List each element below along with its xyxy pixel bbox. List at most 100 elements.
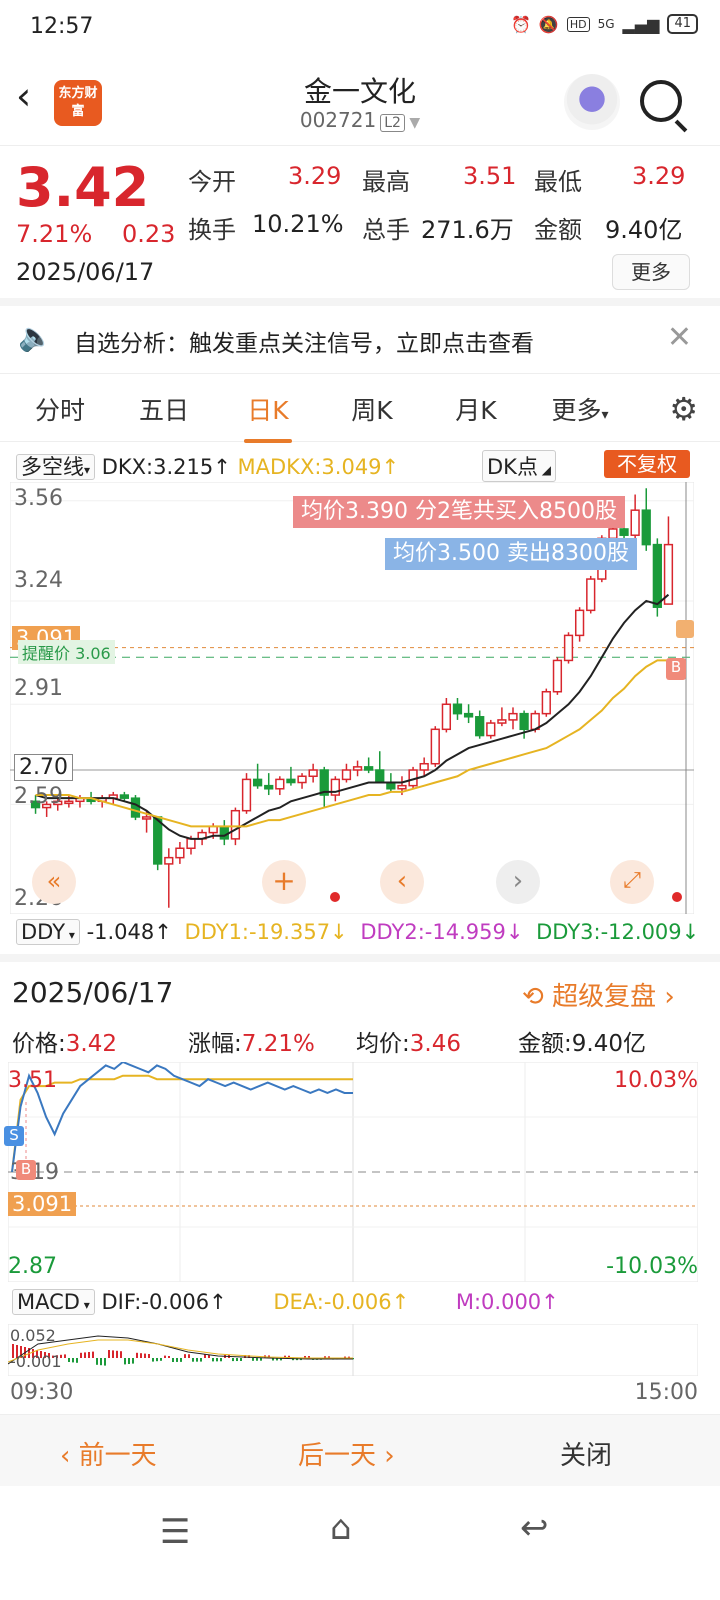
tab-weekly-k[interactable]: 周K: [320, 391, 424, 427]
buy-marker[interactable]: B: [666, 658, 686, 680]
macd-row: MACD ▾ DIF:-0.006↑ DEA:-0.006↑ M:0.000↑: [12, 1289, 559, 1315]
macd-bar: [204, 1354, 206, 1358]
candle-body: [175, 847, 185, 859]
ddy2-value: DDY2:-14.959↓: [360, 920, 524, 944]
home-icon[interactable]: ⌂: [330, 1508, 352, 1548]
indicator-select-label: 多空线: [21, 455, 84, 479]
intraday-top-price: 3.51: [8, 1068, 57, 1093]
buy-note[interactable]: 均价3.390 分2笔共买入8500股: [293, 496, 625, 528]
candle-body: [419, 762, 429, 771]
candle-body: [519, 712, 529, 731]
sell-marker[interactable]: S: [4, 1126, 24, 1146]
intraday-bottom-pct: -10.03%: [606, 1254, 698, 1279]
prev-arrow-icon[interactable]: ‹: [380, 860, 424, 904]
ddy-select-label: DDY: [21, 920, 66, 944]
macd-bar: [132, 1358, 134, 1364]
tab-more[interactable]: 更多▾: [528, 391, 632, 427]
alert-price: 3.06: [75, 644, 111, 663]
candle-body: [119, 794, 130, 799]
macd-bar: [192, 1358, 194, 1362]
zoom-in-icon[interactable]: +: [262, 860, 306, 904]
macd-bar: [256, 1358, 258, 1361]
tab-daily-k[interactable]: 日K: [216, 391, 320, 443]
intraday-price-value: 3.42: [65, 1031, 117, 1057]
macd-bar: [96, 1358, 98, 1365]
intraday-change-label: 涨幅:: [188, 1031, 242, 1057]
candle-body: [153, 816, 163, 865]
intraday-buy-marker[interactable]: B: [16, 1160, 36, 1180]
next-day-button[interactable]: 后一天 ›: [298, 1435, 395, 1472]
macd-bar: [104, 1358, 106, 1366]
fullscreen-icon[interactable]: ⤢: [610, 860, 654, 904]
next-arrow-icon[interactable]: ›: [496, 860, 540, 904]
macd-bar: [148, 1354, 150, 1358]
cursor-price-label: 2.70: [14, 754, 73, 781]
macd-bar: [220, 1358, 222, 1362]
candle-body: [375, 769, 385, 784]
intraday-top-pct: 10.03%: [614, 1068, 698, 1093]
macd-bottom-value: -0.001: [10, 1352, 62, 1371]
candle-body: [341, 769, 352, 781]
macd-bar: [116, 1350, 118, 1358]
adjust-button[interactable]: 不复权: [604, 450, 690, 478]
return-icon[interactable]: ↩: [520, 1508, 549, 1548]
notice-bar[interactable]: 🔈 自选分析：触发重点关注信号，立即点击查看 ✕: [0, 306, 720, 374]
macd-select[interactable]: MACD ▾: [12, 1289, 95, 1315]
macd-top-value: 0.052: [10, 1326, 56, 1345]
tab-intraday[interactable]: 分时: [8, 391, 112, 427]
replay-link[interactable]: ⟲ 超级复盘 ›: [522, 976, 675, 1013]
candle-body: [586, 578, 596, 612]
period-tabs: 分时 五日 日K 周K 月K 更多▾ ⚙: [0, 376, 720, 443]
status-bar: 12:57 ⏰ 🔕 HD 5G ▂▄▆ 41: [0, 0, 720, 56]
macd-bar: [108, 1350, 110, 1358]
assistant-robot-icon[interactable]: [564, 74, 620, 130]
time-end: 15:00: [634, 1380, 698, 1405]
signal-icon: ▂▄▆: [622, 14, 660, 34]
menu-icon[interactable]: ☰: [160, 1512, 190, 1552]
gear-icon[interactable]: ⚙: [669, 390, 698, 428]
tab-monthly-k[interactable]: 月K: [424, 391, 528, 427]
search-icon[interactable]: [640, 80, 682, 122]
macd-bar: [212, 1358, 214, 1362]
intraday-chart[interactable]: [8, 1062, 698, 1282]
intraday-avg-label: 均价:: [356, 1031, 410, 1057]
cost-marker-icon: [676, 620, 694, 638]
change-percent: 7.21%: [16, 220, 93, 248]
macd-bar: [112, 1350, 114, 1358]
candle-body: [264, 784, 274, 790]
macd-dea: DEA:-0.006↑: [273, 1290, 410, 1314]
alarm-icon: ⏰: [511, 14, 531, 34]
sell-note[interactable]: 均价3.500 卖出8300股: [385, 538, 637, 570]
close-icon[interactable]: ✕: [667, 320, 692, 355]
rewind-icon[interactable]: «: [32, 860, 76, 904]
prev-day-button[interactable]: ‹ 前一天: [60, 1435, 157, 1472]
more-button[interactable]: 更多: [612, 254, 690, 290]
dk-point-button[interactable]: DK点 ◢: [482, 450, 556, 482]
dropdown-icon: ▼: [404, 115, 421, 131]
macd-bar: [156, 1358, 158, 1362]
macd-chart[interactable]: [8, 1324, 698, 1376]
candle-body: [275, 778, 285, 790]
intraday-avg: 均价:3.46: [356, 1024, 461, 1058]
tab-five-day[interactable]: 五日: [112, 391, 216, 427]
macd-bar: [180, 1358, 182, 1362]
candle-body: [297, 775, 307, 784]
ddy-select[interactable]: DDY ▾: [16, 919, 80, 945]
indicator-select[interactable]: 多空线▾: [16, 454, 96, 480]
macd-dif: DIF:-0.006↑: [101, 1290, 227, 1314]
notice-text[interactable]: 自选分析：触发重点关注信号，立即点击查看: [74, 324, 534, 358]
candle-body: [619, 528, 629, 536]
macd-bar: [176, 1358, 178, 1362]
candle-body: [141, 816, 152, 820]
prev-day-label: 前一天: [78, 1441, 157, 1471]
candle-body: [652, 543, 662, 608]
candle-body: [574, 609, 585, 637]
macd-bar: [124, 1358, 126, 1365]
y-label-3: 2.91: [14, 676, 63, 701]
macd-bar: [92, 1351, 94, 1358]
candle-body: [219, 825, 229, 840]
system-nav-bar: ☰ ⌂ ↩: [0, 1486, 720, 1600]
intraday-amount-label: 金额:: [518, 1031, 572, 1057]
close-button[interactable]: 关闭: [560, 1435, 612, 1472]
dot-indicator-icon: [330, 892, 340, 902]
